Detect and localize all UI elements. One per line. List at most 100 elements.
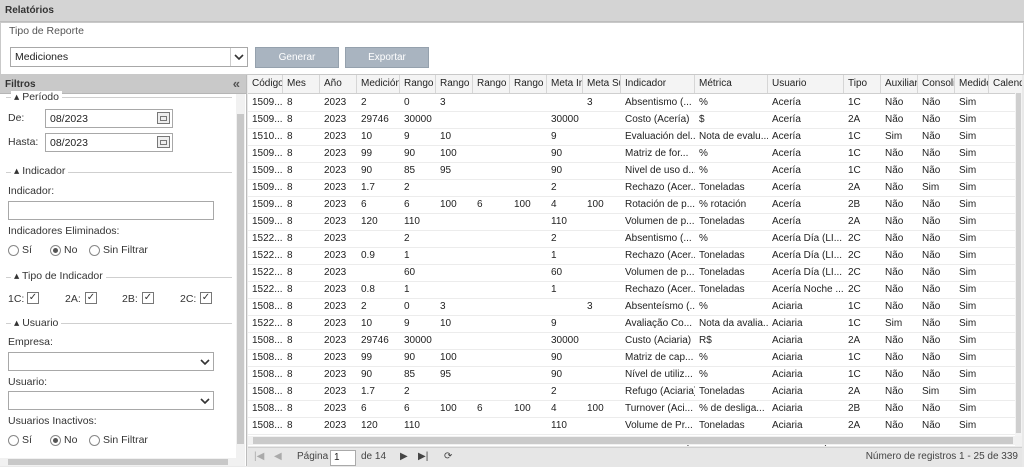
cell-medido: Sim bbox=[959, 199, 977, 210]
cell-tipo: 2A bbox=[848, 420, 861, 431]
export-button[interactable]: Exportar bbox=[345, 47, 429, 68]
table-row[interactable]: 1509... 8 2023 29746 30000 30000 Costo (Acería… bbox=[248, 111, 1022, 129]
column-header-usuario[interactable]: Usuario bbox=[768, 75, 844, 93]
column-header-auxiliar[interactable]: Auxiliar bbox=[881, 75, 918, 93]
de-date-input[interactable]: 08/2023 bbox=[45, 109, 173, 128]
cell-meta-inf: 4 bbox=[551, 199, 557, 210]
column-header-calendario[interactable]: Calendar bbox=[989, 75, 1022, 93]
chevron-down-icon[interactable] bbox=[197, 392, 213, 409]
table-row[interactable]: 1508... 8 2023 90 85 95 90 Nível de utiliz...% A… bbox=[248, 366, 1022, 384]
eliminados-si-radio[interactable] bbox=[8, 245, 19, 256]
usuario-select[interactable] bbox=[8, 391, 214, 410]
table-row[interactable]: 1509... 8 2023 6 6 100 6 100 4 100 Rotación de p..… bbox=[248, 196, 1022, 214]
scrollbar-thumb[interactable] bbox=[253, 437, 1013, 444]
cell-rango-v2 bbox=[436, 332, 473, 349]
calendar-icon[interactable] bbox=[157, 136, 170, 148]
usuario-legend[interactable]: ▴ Usuario bbox=[11, 317, 62, 329]
table-row[interactable]: 1508... 8 2023 1.7 2 2 Refugo (Aciaria) Tonelad… bbox=[248, 383, 1022, 401]
cell-rango-v2: 10 bbox=[440, 131, 452, 142]
table-row[interactable]: 1509... 8 2023 1.7 2 2 Rechazo (Acer... Tonelad… bbox=[248, 179, 1022, 197]
next-page-icon[interactable]: ▶ bbox=[400, 451, 408, 462]
collapse-icon[interactable]: « bbox=[233, 76, 240, 91]
tipo-2c-checkbox[interactable]: ✓ bbox=[200, 292, 212, 304]
table-row[interactable]: 1508... 8 2023 2 0 3 3 Absenteísmo (...% Aciaria… bbox=[248, 298, 1022, 316]
scrollbar-thumb[interactable] bbox=[1016, 93, 1021, 433]
grid-horizontal-scrollbar[interactable] bbox=[248, 436, 1022, 445]
sidebar-vertical-scrollbar[interactable] bbox=[236, 94, 245, 466]
column-header-rango-r1[interactable]: Rango R bbox=[473, 75, 510, 93]
cell-medido: Sim bbox=[959, 267, 977, 278]
inactivos-si-radio[interactable] bbox=[8, 435, 19, 446]
inactivos-sin-filtrar-radio[interactable] bbox=[89, 435, 100, 446]
indicador-input[interactable] bbox=[8, 201, 214, 220]
cell-ano: 2023 bbox=[324, 403, 347, 414]
table-row[interactable]: 1509... 8 2023 90 85 95 90 Nivel de uso d...% Ac… bbox=[248, 162, 1022, 180]
cell-meta-sup: 100 bbox=[587, 199, 604, 210]
last-page-icon[interactable]: ▶| bbox=[418, 451, 428, 462]
scrollbar-thumb[interactable] bbox=[237, 114, 244, 444]
cell-medido: Sim bbox=[959, 386, 977, 397]
column-header-meta-sup[interactable]: Meta Su bbox=[583, 75, 621, 93]
column-header-ano[interactable]: Año bbox=[320, 75, 357, 93]
cell-tipo: 2C bbox=[848, 267, 861, 278]
table-row[interactable]: 1522... 8 2023 0.8 1 1 Rechazo (Acer... Tonelad… bbox=[248, 281, 1022, 299]
eliminados-no-radio[interactable] bbox=[50, 245, 61, 256]
calendar-icon[interactable] bbox=[157, 112, 170, 124]
indicador-legend[interactable]: ▴ Indicador bbox=[11, 165, 69, 177]
column-header-indicador[interactable]: Indicador bbox=[621, 75, 695, 93]
chevron-down-icon[interactable] bbox=[197, 353, 213, 370]
chevron-down-icon[interactable] bbox=[230, 48, 247, 66]
first-page-icon[interactable]: |◀ bbox=[254, 451, 264, 462]
window-titlebar: Relatórios bbox=[0, 0, 1024, 22]
cell-ano: 2023 bbox=[324, 420, 347, 431]
column-header-metrica[interactable]: Métrica bbox=[695, 75, 768, 93]
generate-button[interactable]: Generar bbox=[255, 47, 339, 68]
eliminados-sin-filtrar-radio[interactable] bbox=[89, 245, 100, 256]
sidebar-horizontal-scrollbar[interactable] bbox=[0, 458, 236, 466]
cell-usuario: Acería bbox=[772, 182, 801, 193]
hasta-date-input[interactable]: 08/2023 bbox=[45, 133, 173, 152]
tipo-2b-checkbox[interactable]: ✓ bbox=[142, 292, 154, 304]
tipo-legend[interactable]: ▴ Tipo de Indicador bbox=[11, 270, 106, 282]
column-header-rango-r2[interactable]: Rango R bbox=[510, 75, 547, 93]
tipo-1c-checkbox[interactable]: ✓ bbox=[27, 292, 39, 304]
table-row[interactable]: 1522... 8 2023 2 2 Absentismo (...% Acería Día… bbox=[248, 230, 1022, 248]
column-header-codigo[interactable]: Código bbox=[248, 75, 283, 93]
empresa-select[interactable] bbox=[8, 352, 214, 371]
table-row[interactable]: 1522... 8 2023 0.9 1 1 Rechazo (Acer... Tonelad… bbox=[248, 247, 1022, 265]
prev-page-icon[interactable]: ◀ bbox=[274, 451, 282, 462]
column-header-medido[interactable]: Medido bbox=[955, 75, 989, 93]
cell-rango-r1 bbox=[473, 145, 510, 162]
column-header-consolidado[interactable]: Consolid bbox=[918, 75, 955, 93]
periodo-legend[interactable]: ▴ Período bbox=[11, 91, 62, 103]
table-row[interactable]: 1509... 8 2023 120 110 110 Volumen de p... Tone… bbox=[248, 213, 1022, 231]
table-row[interactable]: 1508... 8 2023 29746 30000 30000 Custo (Aciari… bbox=[248, 332, 1022, 350]
eliminados-sin-filtrar-label: Sin Filtrar bbox=[103, 244, 148, 256]
table-row[interactable]: 1522... 8 2023 60 60 Volumen de p... Toneladas… bbox=[248, 264, 1022, 282]
table-row[interactable]: 1509... 8 2023 2 0 3 3 Absentismo (...% Acería 1C… bbox=[248, 94, 1022, 112]
column-header-medicion[interactable]: Medición bbox=[357, 75, 400, 93]
column-header-mes[interactable]: Mes bbox=[283, 75, 320, 93]
table-row[interactable]: 1510... 8 2023 10 9 10 9 Evaluación del... Nota … bbox=[248, 128, 1022, 146]
column-header-rango-v2[interactable]: Rango V bbox=[436, 75, 473, 93]
report-type-select[interactable]: Mediciones bbox=[10, 47, 248, 67]
table-row[interactable]: 1522... 8 2023 10 9 10 9 Avaliação Co... Nota da… bbox=[248, 315, 1022, 333]
column-header-meta-inf[interactable]: Meta In bbox=[547, 75, 583, 93]
cell-meta-inf: 9 bbox=[551, 131, 557, 142]
page-number-input[interactable]: 1 bbox=[330, 450, 356, 466]
cell-rango-v1: 9 bbox=[404, 318, 410, 329]
cell-usuario: Acería Día (LI... bbox=[772, 233, 843, 244]
refresh-icon[interactable]: ⟳ bbox=[444, 451, 452, 462]
scrollbar-thumb[interactable] bbox=[8, 459, 228, 465]
inactivos-sin-filtrar-label: Sin Filtrar bbox=[103, 434, 148, 446]
tipo-2a-checkbox[interactable]: ✓ bbox=[85, 292, 97, 304]
grid-vertical-scrollbar[interactable] bbox=[1015, 93, 1022, 446]
table-row[interactable]: 1508... 8 2023 6 6 100 6 100 4 100 Turnover (Aci..… bbox=[248, 400, 1022, 418]
column-header-rango-v1[interactable]: Rango V bbox=[400, 75, 436, 93]
inactivos-no-radio[interactable] bbox=[50, 435, 61, 446]
table-row[interactable]: 1508... 8 2023 120 110 110 Volume de Pr... Tone… bbox=[248, 417, 1022, 435]
table-row[interactable]: 1509... 8 2023 99 90 100 90 Matriz de for...% Ac… bbox=[248, 145, 1022, 163]
table-row[interactable]: 1508... 8 2023 99 90 100 90 Matriz de cap...% Ac… bbox=[248, 349, 1022, 367]
column-header-tipo[interactable]: Tipo bbox=[844, 75, 881, 93]
cell-medido: Sim bbox=[959, 318, 977, 329]
